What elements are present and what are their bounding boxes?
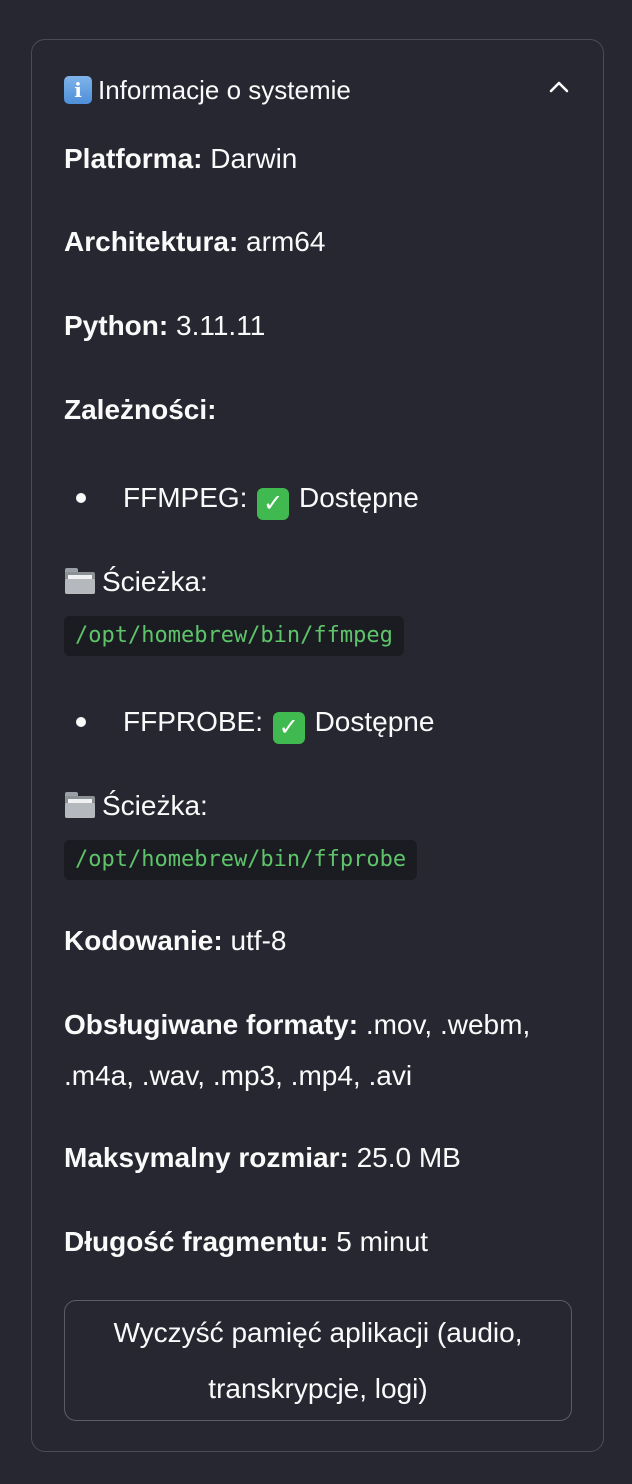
encoding-label: Kodowanie: xyxy=(64,925,223,956)
platform-row: Platforma: Darwin xyxy=(64,139,297,179)
ffprobe-path-code: /opt/homebrew/bin/ffprobe xyxy=(64,840,418,880)
chunk-length-row: Długość fragmentu: 5 minut xyxy=(64,1222,428,1262)
ffmpeg-path-label-row: Ścieżka: xyxy=(64,562,208,602)
clear-memory-button[interactable]: Wyczyść pamięć aplikacji (audio, transkr… xyxy=(64,1300,572,1421)
dependency-status: Dostępne xyxy=(299,482,419,513)
ffmpeg-path-code: /opt/homebrew/bin/ffmpeg xyxy=(64,616,404,656)
chunk-length-label: Długość fragmentu: xyxy=(64,1226,329,1257)
bullet-icon xyxy=(76,717,86,727)
dependency-name: FFMPEG: xyxy=(123,482,248,513)
formats-label: Obsługiwane formaty: xyxy=(64,1009,359,1040)
formats-value-continued: .m4a, .wav, .mp3, .mp4, .avi xyxy=(64,1060,413,1091)
dependency-name: FFPROBE: xyxy=(123,706,264,737)
python-value: 3.11.11 xyxy=(176,310,266,341)
system-info-expander: i Informacje o systemie Platforma: Darwi… xyxy=(31,39,604,1452)
dependencies-heading: Zależności: xyxy=(64,394,217,425)
chunk-length-value: 5 minut xyxy=(336,1226,429,1257)
formats-row: Obsługiwane formaty: .mov, .webm, xyxy=(64,1005,530,1045)
architecture-row: Architektura: arm64 xyxy=(64,222,325,262)
platform-value: Darwin xyxy=(210,143,298,174)
architecture-label: Architektura: xyxy=(64,226,239,257)
max-size-label: Maksymalny rozmiar: xyxy=(64,1142,349,1173)
expander-header[interactable]: i Informacje o systemie xyxy=(64,70,572,110)
expander-title: Informacje o systemie xyxy=(98,74,351,105)
clear-button-label-line1: Wyczyść pamięć aplikacji (audio, xyxy=(113,1316,523,1348)
dependency-status: Dostępne xyxy=(314,706,435,737)
folder-icon xyxy=(64,792,96,818)
info-icon: i xyxy=(64,76,92,104)
clear-button-label-line2: transkrypcje, logi) xyxy=(208,1372,428,1404)
python-row: Python: 3.11.11 xyxy=(64,306,265,346)
formats-value: .mov, .webm, xyxy=(365,1009,531,1040)
max-size-row: Maksymalny rozmiar: 25.0 MB xyxy=(64,1138,461,1178)
bullet-icon xyxy=(76,493,86,503)
architecture-value: arm64 xyxy=(246,226,326,257)
encoding-value: utf-8 xyxy=(230,925,287,956)
max-size-value: 25.0 MB xyxy=(356,1142,461,1173)
chevron-up-icon[interactable] xyxy=(546,74,572,100)
path-label: Ścieżka: xyxy=(102,790,208,821)
platform-label: Platforma: xyxy=(64,143,203,174)
check-mark-icon: ✓ xyxy=(257,488,290,520)
formats-row-continued: .m4a, .wav, .mp3, .mp4, .avi xyxy=(64,1056,412,1096)
path-label: Ścieżka: xyxy=(102,566,208,597)
check-mark-icon: ✓ xyxy=(272,712,305,744)
encoding-row: Kodowanie: utf-8 xyxy=(64,921,286,961)
folder-icon xyxy=(64,568,96,594)
ffprobe-path-label-row: Ścieżka: xyxy=(64,786,208,826)
python-label: Python: xyxy=(64,310,169,341)
